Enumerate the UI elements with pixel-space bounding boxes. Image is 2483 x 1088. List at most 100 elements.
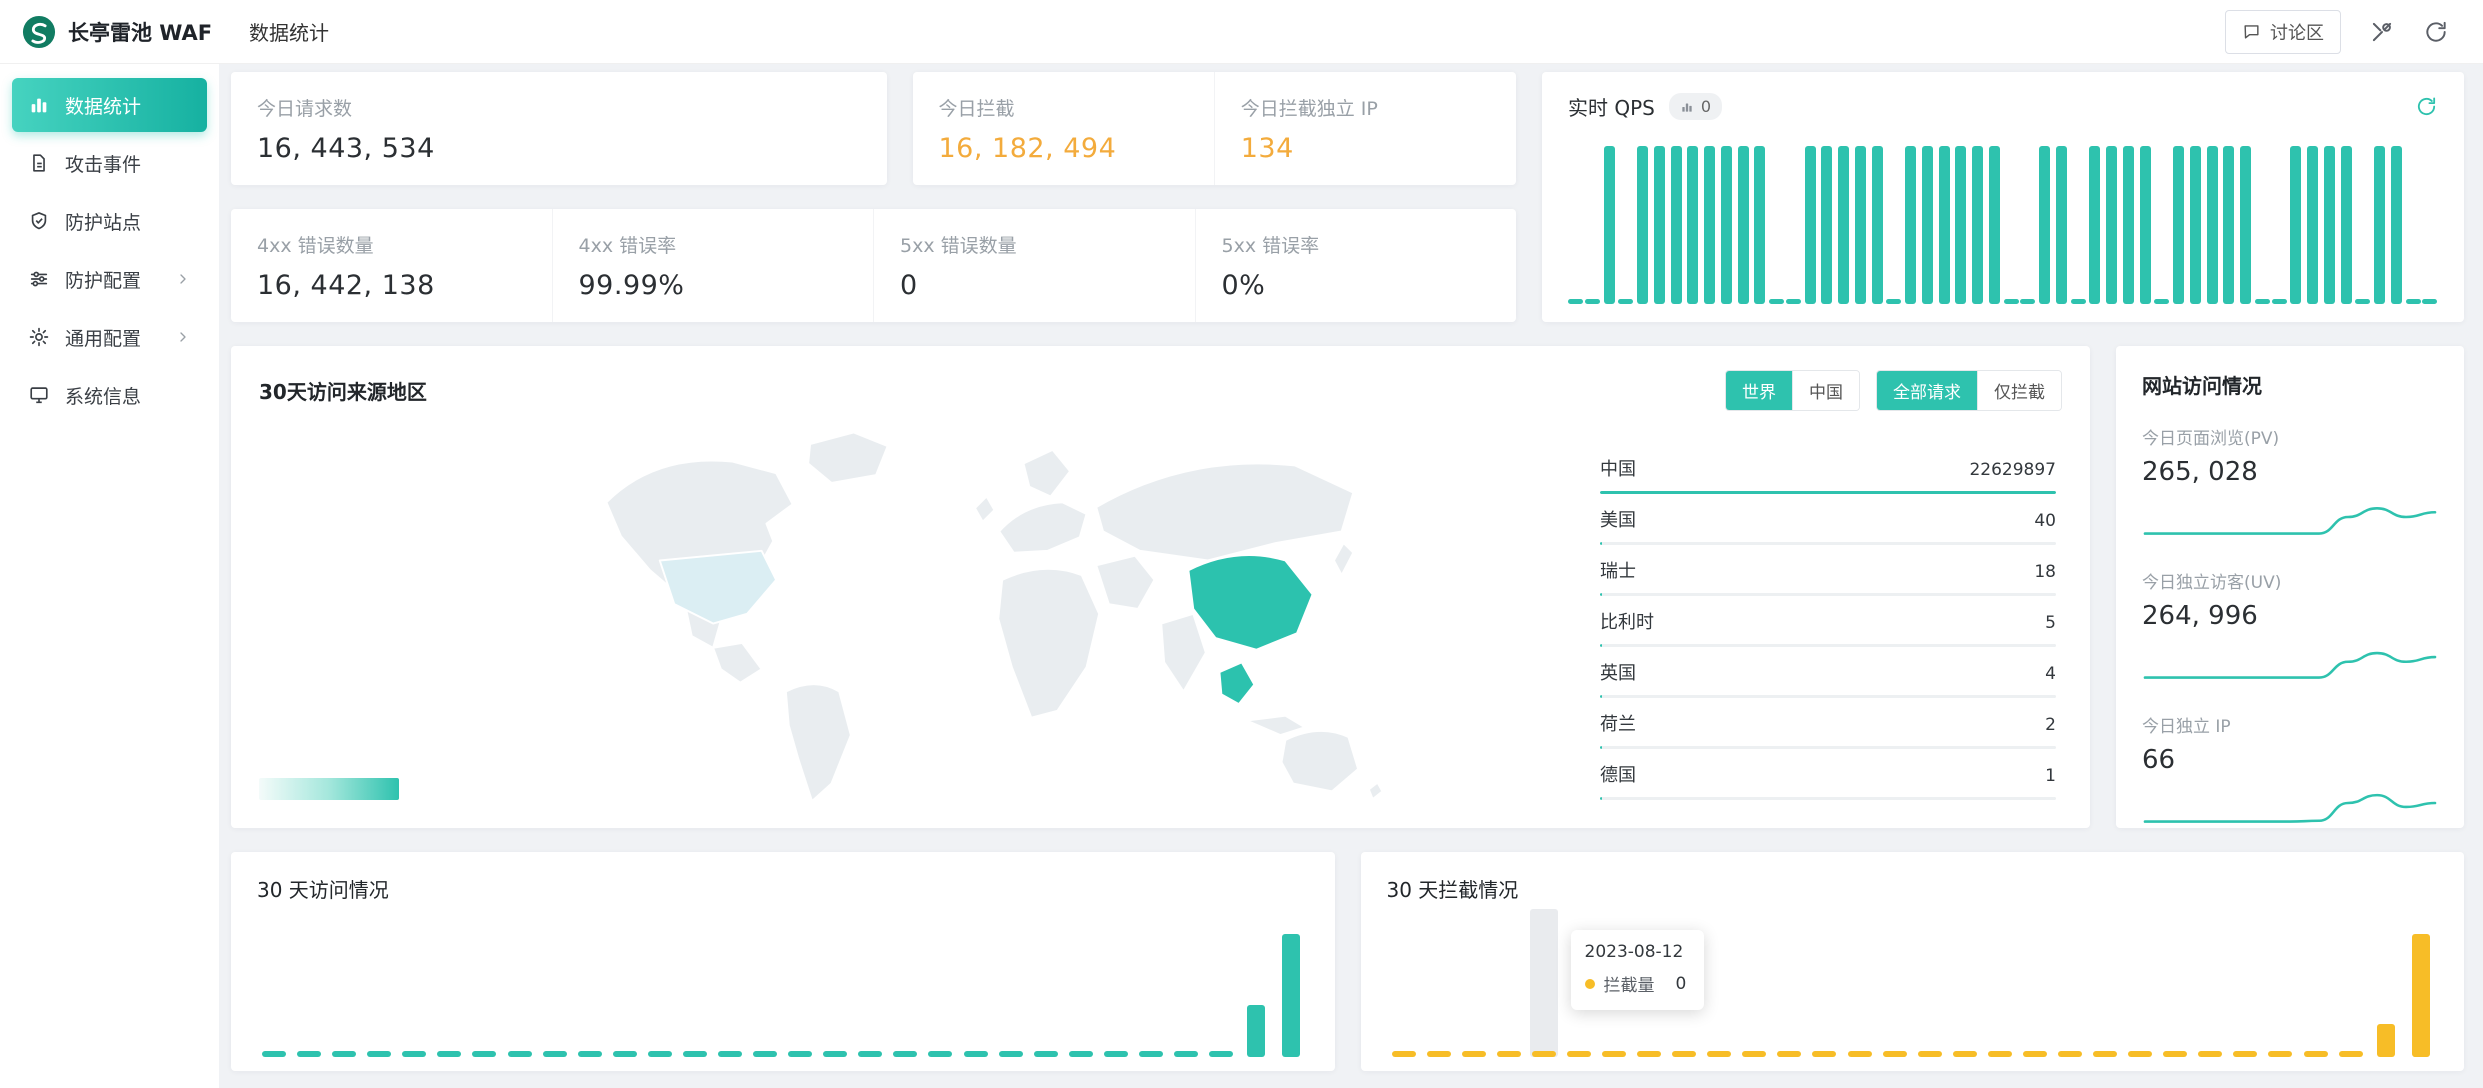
country-value: 2 xyxy=(2045,715,2056,735)
err-5xx-rate-label: 5xx 错误率 xyxy=(1222,231,1491,258)
country-row[interactable]: 美国40 xyxy=(1600,506,2056,545)
err-4xx-rate: 4xx 错误率 99.99% xyxy=(552,209,874,322)
metric-value: 66 xyxy=(2142,745,2438,775)
country-bar-fill xyxy=(1600,593,1602,596)
qps-zero-dash xyxy=(2355,144,2370,304)
trend-slot xyxy=(2018,925,2052,1057)
err-4xx-count: 4xx 错误数量 16, 442, 138 xyxy=(231,209,552,322)
qps-chart[interactable] xyxy=(1568,135,2438,304)
forum-button-label: 讨论区 xyxy=(2270,19,2324,45)
tooltip-series-dot xyxy=(1585,979,1595,989)
country-row[interactable]: 荷兰 2 xyxy=(1600,710,2056,749)
toggle-china[interactable]: 中国 xyxy=(1792,371,1859,410)
trend-zero-dash xyxy=(893,1051,917,1057)
sidebar-item-sites[interactable]: 防护站点 xyxy=(12,194,207,248)
trend-slot xyxy=(1134,925,1168,1057)
trend-zero-dash xyxy=(2304,1051,2328,1057)
refresh-icon[interactable] xyxy=(2423,19,2449,45)
attack-event-icon xyxy=(28,152,50,174)
metric-sparkline xyxy=(2142,633,2438,687)
qps-zero-dash xyxy=(1585,144,1600,304)
country-bar-track xyxy=(1600,542,2056,545)
region-usa xyxy=(659,551,775,624)
trend-slot xyxy=(1492,925,1526,1057)
sidebar-item-general-config[interactable]: 通用配置 xyxy=(12,310,207,364)
metric-sparkline xyxy=(2142,777,2438,831)
country-bar-fill xyxy=(1600,695,1602,698)
trend-zero-dash xyxy=(1848,1051,1872,1057)
tooltip-value: 0 xyxy=(1676,974,1687,994)
country-row[interactable]: 瑞士18 xyxy=(1600,557,2056,596)
country-row[interactable]: 中国22629897 xyxy=(1600,455,2056,494)
site-metric: 今日独立访客(UV)264, 996 xyxy=(2142,568,2438,687)
trend-slot xyxy=(538,925,572,1057)
visits-30d-chart[interactable] xyxy=(257,925,1309,1057)
qps-bar xyxy=(2372,144,2387,304)
country-name: 美国 xyxy=(1600,506,1636,532)
region-japan xyxy=(1333,543,1352,575)
trend-zero-dash xyxy=(2128,1051,2152,1057)
qps-bar xyxy=(2104,144,2119,304)
country-bar-track xyxy=(1600,491,2056,494)
trend-slot xyxy=(713,925,747,1057)
world-map[interactable] xyxy=(259,415,1600,803)
trend-zero-dash xyxy=(928,1051,952,1057)
map-density-legend xyxy=(259,778,399,800)
qps-zero-dash xyxy=(2071,144,2086,304)
sidebar-item-protect-config[interactable]: 防护配置 xyxy=(12,252,207,306)
trend-slot xyxy=(2158,925,2192,1057)
country-row[interactable]: 比利时5 xyxy=(1600,608,2056,647)
qps-zero-dash xyxy=(2406,144,2421,304)
sidebar-item-attacks[interactable]: 攻击事件 xyxy=(12,136,207,190)
err-5xx-rate: 5xx 错误率 0% xyxy=(1195,209,1517,322)
forum-button[interactable]: 讨论区 xyxy=(2225,10,2341,54)
trend-zero-dash xyxy=(262,1051,286,1057)
region-europe xyxy=(999,502,1086,552)
qps-refresh-icon[interactable] xyxy=(2415,95,2438,118)
err-5xx-count-value: 0 xyxy=(900,270,1169,301)
sidebar-item-label: 防护站点 xyxy=(65,208,141,235)
trend-slot xyxy=(1029,925,1063,1057)
trend-slot xyxy=(257,925,291,1057)
toggle-all-requests[interactable]: 全部请求 xyxy=(1877,371,1977,410)
trend-zero-dash xyxy=(472,1051,496,1057)
country-name: 德国 xyxy=(1600,761,1636,787)
qps-bar xyxy=(1920,144,1935,304)
country-bar-track xyxy=(1600,695,2056,698)
trend-slot xyxy=(1169,925,1203,1057)
trend-slot xyxy=(1274,925,1308,1057)
qps-badge-value: 0 xyxy=(1701,97,1711,116)
sidebar-item-stats[interactable]: 数据统计 xyxy=(12,78,207,132)
breadcrumb: 数据统计 xyxy=(249,17,329,46)
blocks-value: 16, 182, 494 xyxy=(939,133,1188,164)
protect-config-icon xyxy=(28,268,50,290)
blocks-30d-chart[interactable] xyxy=(1387,925,2439,1057)
blocks-card: 今日拦截 16, 182, 494 今日拦截独立 IP 134 xyxy=(913,72,1517,185)
brand[interactable]: 长亭雷池 WAF xyxy=(22,15,219,49)
trend-slot xyxy=(2193,925,2227,1057)
country-row[interactable]: 德国1 xyxy=(1600,761,2056,800)
country-bar-fill xyxy=(1600,644,1602,647)
country-row[interactable]: 英国4 xyxy=(1600,659,2056,698)
qps-bar xyxy=(1752,144,1767,304)
qps-bar xyxy=(1685,144,1700,304)
trend-zero-dash xyxy=(2233,1051,2257,1057)
main-content: 今日请求数 16, 443, 534 今日拦截 16, 182, 494 今日拦… xyxy=(219,64,2483,1088)
qps-bar xyxy=(2138,144,2153,304)
tools-icon[interactable] xyxy=(2369,19,2395,45)
qps-zero-dash xyxy=(2004,144,2019,304)
country-name: 瑞士 xyxy=(1600,557,1636,583)
toggle-blocked-only[interactable]: 仅拦截 xyxy=(1977,371,2061,410)
country-bar-fill xyxy=(1600,746,1602,749)
bar-chart-icon xyxy=(28,94,50,116)
site-visits-card: 网站访问情况 今日页面浏览(PV)265, 028今日独立访客(UV)264, … xyxy=(2116,346,2464,828)
toggle-world[interactable]: 世界 xyxy=(1726,371,1792,410)
trend-bar xyxy=(2377,1024,2395,1057)
sidebar-item-system-info[interactable]: 系统信息 xyxy=(12,368,207,422)
country-name: 荷兰 xyxy=(1600,710,1636,736)
err-4xx-count-value: 16, 442, 138 xyxy=(257,270,526,301)
trend-slot xyxy=(2404,925,2438,1057)
qps-bar xyxy=(1669,144,1684,304)
trend-slot xyxy=(1387,925,1421,1057)
map-toggles: 世界 中国 全部请求 仅拦截 xyxy=(1725,370,2062,411)
